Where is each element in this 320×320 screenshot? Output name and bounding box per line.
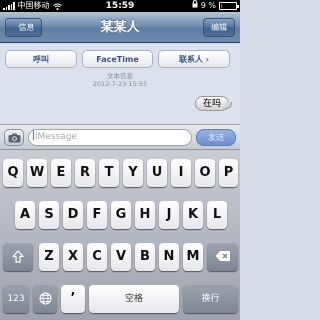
message-type-label: 文本信息	[107, 72, 133, 80]
send-button[interactable]: 发送	[196, 129, 236, 146]
message-input-placeholder: iMessage	[35, 132, 77, 142]
apostrophe-key[interactable]: ’	[61, 285, 85, 313]
key-j[interactable]: J	[159, 201, 179, 229]
key-h[interactable]: H	[135, 201, 155, 229]
backspace-icon	[215, 251, 230, 261]
key-m[interactable]: M	[183, 243, 203, 271]
key-t[interactable]: T	[99, 159, 119, 187]
key-k[interactable]: K	[183, 201, 203, 229]
message-input[interactable]: iMessage	[28, 129, 192, 146]
key-r[interactable]: R	[75, 159, 95, 187]
contact-actions: 呼叫 FaceTime 联系人 ›	[5, 50, 230, 68]
outgoing-message-bubble[interactable]: 在吗	[194, 96, 233, 111]
key-b[interactable]: B	[135, 243, 155, 271]
key-y[interactable]: Y	[123, 159, 143, 187]
space-key[interactable]: 空格	[89, 285, 179, 313]
key-v[interactable]: V	[111, 243, 131, 271]
key-f[interactable]: F	[87, 201, 107, 229]
key-x[interactable]: X	[63, 243, 83, 271]
key-u[interactable]: U	[147, 159, 167, 187]
status-bar: 中国移动 15:59 9 %	[0, 0, 240, 12]
language-key[interactable]	[33, 285, 57, 313]
key-n[interactable]: N	[159, 243, 179, 271]
edit-button[interactable]: 编辑	[203, 18, 235, 37]
shift-key[interactable]	[3, 243, 33, 271]
key-o[interactable]: O	[195, 159, 215, 187]
back-button[interactable]: 信息	[5, 18, 42, 37]
lock-icon	[192, 0, 198, 12]
camera-button[interactable]	[4, 129, 24, 146]
composer-bar: iMessage 发送	[0, 124, 240, 150]
camera-icon	[8, 133, 21, 143]
add-contact-button[interactable]: 联系人 ›	[158, 50, 230, 68]
key-a[interactable]: A	[15, 201, 35, 229]
shift-icon	[12, 250, 24, 263]
battery-percent: 9 %	[200, 1, 216, 10]
battery-level	[221, 4, 222, 8]
key-g[interactable]: G	[111, 201, 131, 229]
key-e[interactable]: E	[51, 159, 71, 187]
key-l[interactable]: L	[207, 201, 227, 229]
globe-icon	[39, 292, 51, 305]
key-c[interactable]: C	[87, 243, 107, 271]
return-key[interactable]: 换行	[183, 285, 238, 313]
key-q[interactable]: Q	[3, 159, 23, 187]
key-i[interactable]: I	[171, 159, 191, 187]
text-caret	[33, 130, 34, 140]
nav-bar: 某某人 信息 编辑	[0, 12, 240, 43]
message-timestamp: 2012-7-23 15:55	[92, 80, 148, 88]
key-w[interactable]: W	[27, 159, 47, 187]
delete-key[interactable]	[207, 243, 238, 271]
keyboard: Q W E R T Y U I O P A S D F G H J K L Z …	[0, 150, 240, 320]
conversation-area: 呼叫 FaceTime 联系人 › 文本信息 2012-7-23 15:55 在…	[0, 44, 240, 124]
call-button[interactable]: 呼叫	[5, 50, 77, 68]
key-p[interactable]: P	[219, 159, 238, 187]
key-s[interactable]: S	[39, 201, 59, 229]
battery-icon	[219, 2, 239, 10]
numbers-key[interactable]: 123	[3, 285, 29, 313]
key-z[interactable]: Z	[39, 243, 59, 271]
key-d[interactable]: D	[63, 201, 83, 229]
back-button-label: 信息	[18, 23, 35, 32]
facetime-button[interactable]: FaceTime	[82, 50, 153, 68]
